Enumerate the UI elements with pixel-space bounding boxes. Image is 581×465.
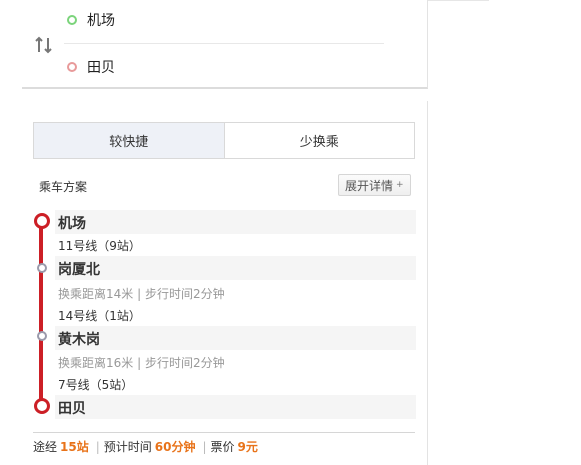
fare-label: 票价 [210,440,235,454]
plan-title: 乘车方案 [39,180,88,194]
station-row [55,395,416,419]
line-info: 14号线（1站） [58,309,141,323]
destination-dot-icon [67,62,77,72]
station-name: 田贝 [58,401,86,417]
od-divider [64,43,384,44]
station-row [55,326,416,350]
station-name: 岗厦北 [58,262,100,278]
start-station-node-icon [34,213,50,229]
transfer-station-node-icon [37,331,47,341]
origin-field[interactable]: 机场 [67,8,115,32]
route-preference-tabs: 较快捷 少换乘 [33,122,415,159]
origin-destination-card: 机场 田贝 [22,0,428,89]
summary-separator: | [95,439,100,454]
line-info: 11号线（9站） [58,239,141,253]
tab-faster[interactable]: 较快捷 [34,123,225,158]
top-divider-line [428,0,489,1]
expand-plus-icon: + [396,180,404,190]
tab-fewer-transfers[interactable]: 少换乘 [225,123,415,158]
origin-text: 机场 [87,13,115,29]
end-station-node-icon [34,398,50,414]
transfer-station-node-icon [37,263,47,273]
swap-arrows-icon[interactable] [34,36,54,54]
expand-details-button[interactable]: 展开详情 + [338,174,411,196]
station-name: 黄木岗 [58,332,100,348]
summary-separator: | [202,439,207,454]
transfer-info: 换乘距离16米 | 步行时间2分钟 [58,356,225,370]
line-info: 7号线（5站） [58,378,134,392]
origin-dot-icon [67,15,77,25]
metro-route-line [39,219,43,405]
station-row [55,256,416,280]
fare-value: 9元 [237,440,258,454]
destination-field[interactable]: 田贝 [67,55,115,79]
route-summary: 途经 15站 | 预计时间 60分钟 | 票价 9元 [33,438,261,455]
station-row [55,210,416,234]
via-label: 途经 [33,440,58,454]
route-result-panel: 较快捷 少换乘 乘车方案 展开详情 + 机场 11号线（9站） 岗厦北 换乘距离… [22,101,428,465]
station-name: 机场 [58,216,86,232]
transfer-info: 换乘距离14米 | 步行时间2分钟 [58,287,225,301]
time-label: 预计时间 [103,440,152,454]
estimated-time: 60分钟 [154,440,196,454]
stop-count: 15站 [60,440,89,454]
expand-details-label: 展开详情 [345,178,394,193]
destination-text: 田贝 [87,60,115,76]
summary-divider [33,432,415,433]
